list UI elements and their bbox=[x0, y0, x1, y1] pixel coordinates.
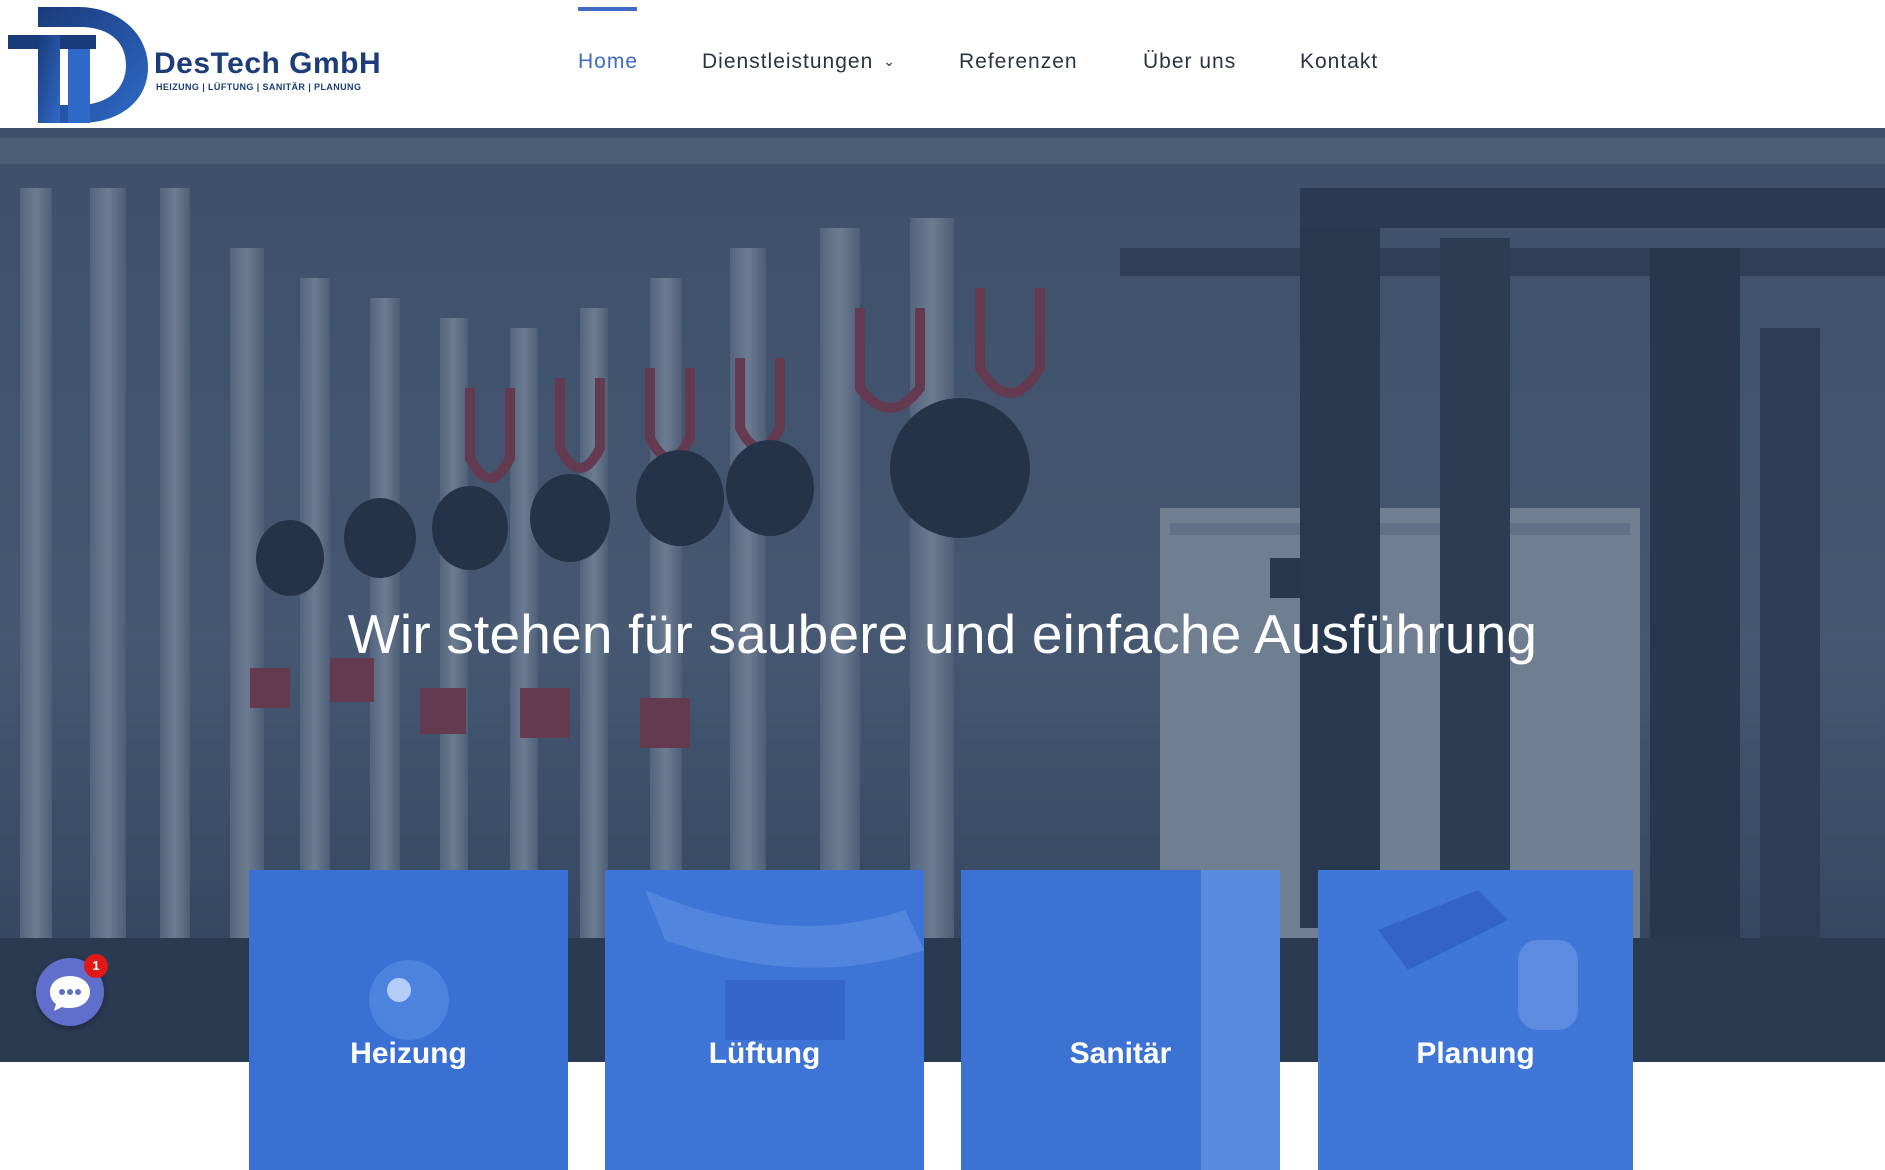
nav-item-label: Referenzen bbox=[959, 50, 1078, 73]
nav-item-label: Über uns bbox=[1143, 50, 1237, 73]
service-card-planung[interactable] bbox=[1318, 870, 1633, 1170]
service-card-image bbox=[249, 870, 568, 1170]
service-title-planung[interactable]: Planung bbox=[1318, 1037, 1633, 1071]
hero-headline: Wir stehen für saubere und einfache Ausf… bbox=[347, 603, 1538, 665]
nav-item-referenzen[interactable]: Referenzen bbox=[959, 50, 1078, 74]
service-card-lueftung[interactable] bbox=[605, 870, 924, 1170]
brand-tagline: HEIZUNG | LÜFTUNG | SANITÄR | PLANUNG bbox=[156, 82, 362, 92]
site-header: DesTech GmbH HEIZUNG | LÜFTUNG | SANITÄR… bbox=[0, 0, 1885, 128]
logo[interactable]: DesTech GmbH HEIZUNG | LÜFTUNG | SANITÄR… bbox=[8, 5, 382, 123]
chat-notification-badge: 1 bbox=[84, 954, 108, 978]
service-card-heizung[interactable] bbox=[249, 870, 568, 1170]
service-title-sanitaer[interactable]: Sanitär bbox=[961, 1037, 1280, 1071]
service-card-image bbox=[961, 870, 1280, 1170]
brand-name: DesTech GmbH bbox=[154, 47, 382, 80]
nav-item-home[interactable]: Home bbox=[578, 50, 638, 74]
nav-item-label: Home bbox=[578, 50, 639, 73]
nav-item-label: Dienstleistungen bbox=[702, 50, 874, 73]
nav-item-label: Kontakt bbox=[1300, 50, 1379, 73]
nav-active-indicator bbox=[578, 7, 637, 11]
nav-item-dienstleistungen[interactable]: Dienstleistungen ⌄ bbox=[702, 50, 896, 74]
service-card-image bbox=[1318, 870, 1633, 1170]
service-title-heizung[interactable]: Heizung bbox=[249, 1037, 568, 1071]
nav-item-kontakt[interactable]: Kontakt bbox=[1300, 50, 1378, 74]
service-card-sanitaer[interactable] bbox=[961, 870, 1280, 1170]
service-title-lueftung[interactable]: Lüftung bbox=[605, 1037, 924, 1071]
chevron-down-icon: ⌄ bbox=[883, 53, 896, 69]
logo-mark-icon bbox=[8, 7, 148, 123]
nav-item-ueber-uns[interactable]: Über uns bbox=[1143, 50, 1236, 74]
service-card-image bbox=[605, 870, 924, 1170]
